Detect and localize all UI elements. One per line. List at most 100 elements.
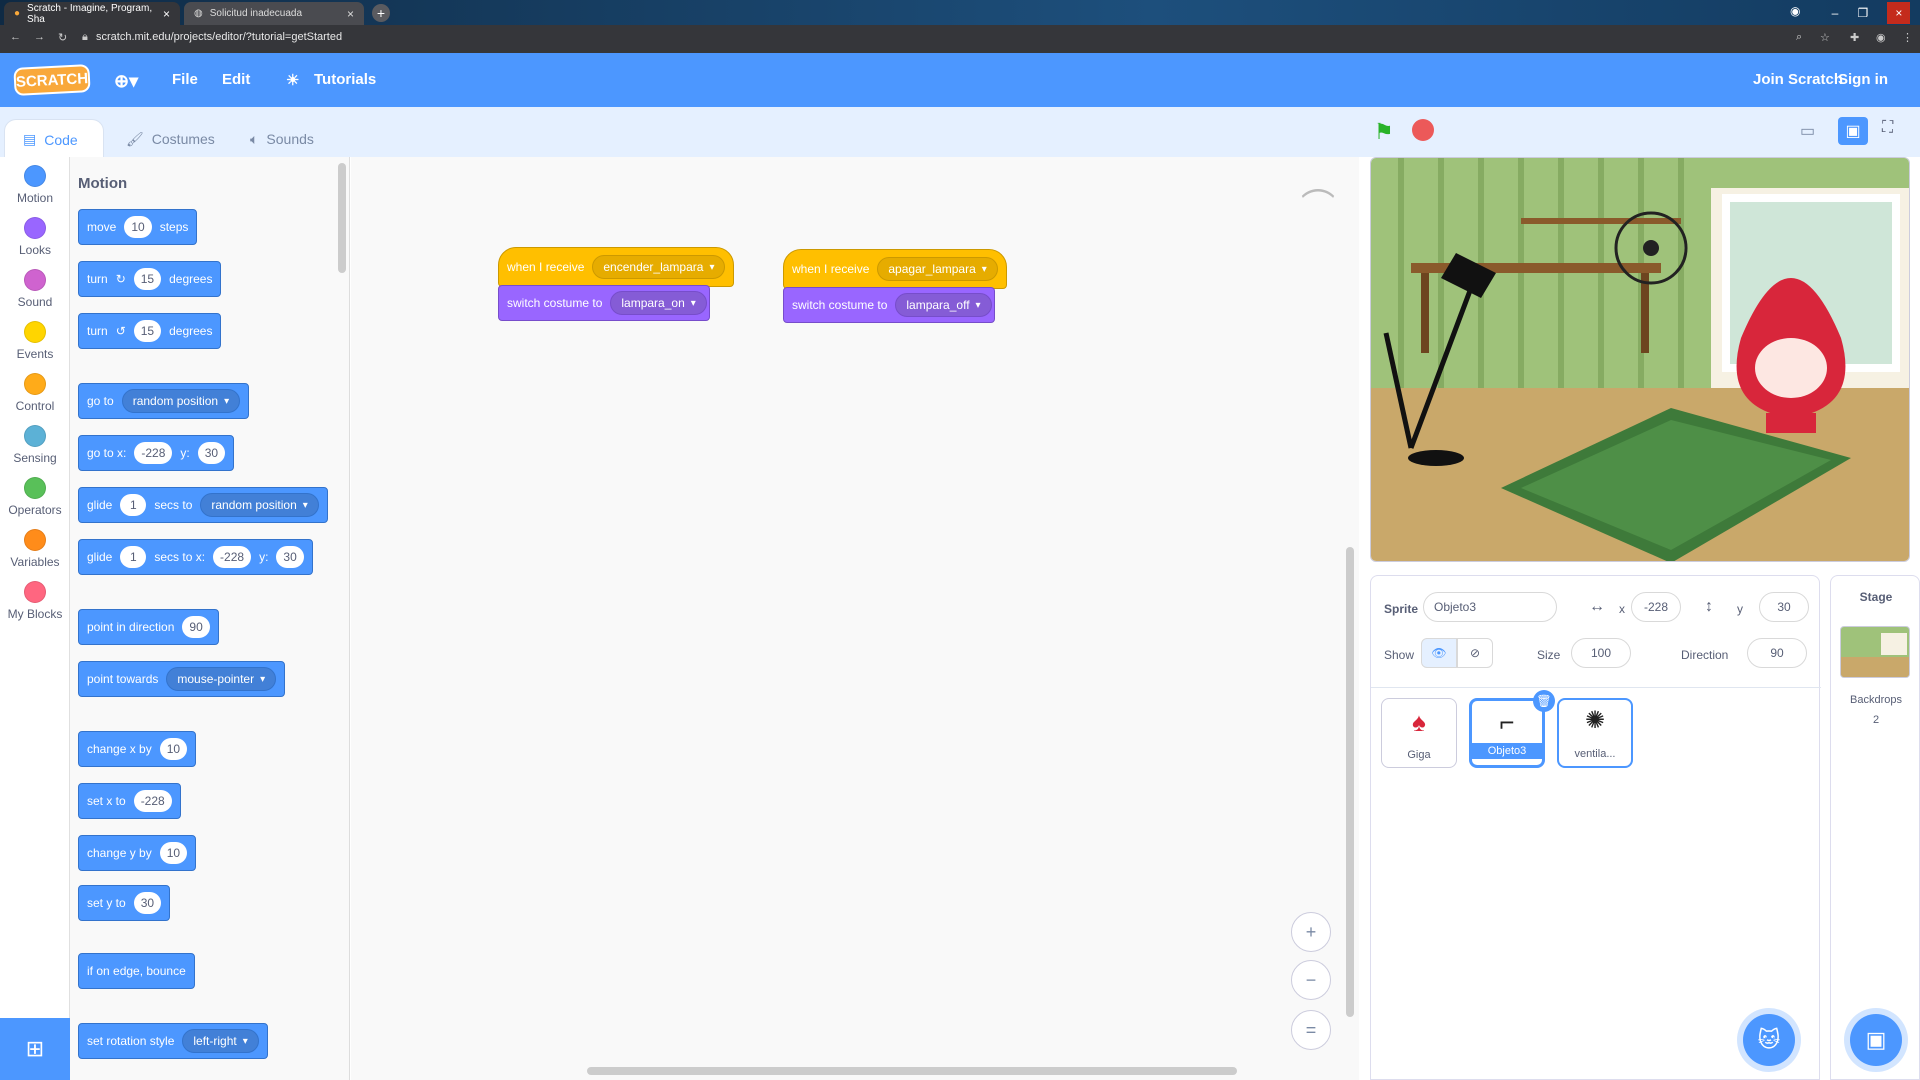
url-field[interactable]: scratch.mit.edu/projects/editor/?tutoria… bbox=[96, 31, 342, 43]
join-scratch-link[interactable]: Join Scratch bbox=[1753, 71, 1843, 88]
when-i-receive-block[interactable]: when I receive apagar_lampara bbox=[783, 249, 1007, 289]
costume-dropdown[interactable]: lampara_on bbox=[610, 291, 707, 315]
stage-canvas[interactable] bbox=[1370, 157, 1910, 562]
file-menu[interactable]: File bbox=[172, 71, 198, 88]
y-input[interactable]: 30 bbox=[197, 442, 226, 464]
close-tab-icon[interactable]: × bbox=[347, 7, 354, 21]
tab-sounds[interactable]: 🔈︎ Sounds bbox=[232, 119, 348, 159]
block-set-rotation-style[interactable]: set rotation style left-right bbox=[78, 1023, 268, 1059]
new-tab-icon[interactable]: + bbox=[372, 4, 390, 22]
add-extension-button[interactable]: ⊞ bbox=[0, 1018, 70, 1080]
sprite-y-input[interactable]: 30 bbox=[1759, 592, 1809, 622]
block-glide-to[interactable]: glide 1 secs to random position bbox=[78, 487, 328, 523]
category-looks[interactable]: Looks bbox=[0, 217, 70, 269]
category-variables[interactable]: Variables bbox=[0, 529, 70, 581]
stage-thumbnail[interactable] bbox=[1840, 626, 1910, 678]
block-go-to-xy[interactable]: go to x: -228 y: 30 bbox=[78, 435, 235, 471]
tutorials-menu[interactable]: Tutorials bbox=[314, 71, 376, 88]
category-my-blocks[interactable]: My Blocks bbox=[0, 581, 70, 633]
show-hidden-button[interactable]: ⊘ bbox=[1457, 638, 1493, 668]
category-sensing[interactable]: Sensing bbox=[0, 425, 70, 477]
back-icon[interactable]: ← bbox=[10, 31, 21, 43]
value-input[interactable]: -228 bbox=[133, 790, 172, 812]
tab-code[interactable]: ▤ Code bbox=[4, 119, 104, 159]
target-dropdown[interactable]: mouse-pointer bbox=[166, 667, 277, 691]
delete-sprite-trash-icon[interactable]: 🗑︎ bbox=[1533, 690, 1555, 712]
block-point-in-direction[interactable]: point in direction 90 bbox=[78, 609, 219, 645]
browser-tab-solicitud[interactable]: ◍ Solicitud inadecuada × bbox=[184, 2, 364, 25]
target-dropdown[interactable]: random position bbox=[121, 389, 241, 413]
account-icon[interactable]: ◉ bbox=[1876, 31, 1886, 44]
large-stage-icon[interactable]: ▣ bbox=[1838, 117, 1868, 145]
block-move-steps[interactable]: move 10 steps bbox=[78, 209, 198, 245]
close-tab-icon[interactable]: × bbox=[163, 7, 170, 21]
category-motion[interactable]: Motion bbox=[0, 165, 70, 217]
reload-icon[interactable]: ↻ bbox=[58, 31, 67, 44]
block-if-on-edge-bounce[interactable]: if on edge, bounce bbox=[78, 953, 195, 989]
stop-icon[interactable] bbox=[1412, 119, 1434, 141]
extensions-icon[interactable]: ✚ bbox=[1850, 31, 1859, 44]
degrees-input[interactable]: 15 bbox=[133, 268, 162, 290]
maximize-icon[interactable]: ❐ bbox=[1857, 6, 1868, 20]
choose-backdrop-button[interactable]: ▣ bbox=[1850, 1014, 1902, 1066]
category-operators[interactable]: Operators bbox=[0, 477, 70, 529]
category-sound[interactable]: Sound bbox=[0, 269, 70, 321]
category-control[interactable]: Control bbox=[0, 373, 70, 425]
steps-input[interactable]: 10 bbox=[124, 216, 152, 238]
value-input[interactable]: 10 bbox=[159, 842, 188, 864]
block-change-y[interactable]: change y by 10 bbox=[78, 835, 197, 871]
degrees-input[interactable]: 15 bbox=[133, 320, 162, 342]
browser-tab-scratch[interactable]: ● Scratch - Imagine, Program, Sha × bbox=[4, 2, 180, 25]
block-turn-right[interactable]: turn ↻ 15 degrees bbox=[78, 261, 222, 297]
script-encender[interactable]: when I receive encender_lampara switch co… bbox=[498, 247, 735, 321]
sprite-name-input[interactable]: Objeto3 bbox=[1423, 592, 1557, 622]
block-go-to[interactable]: go to random position bbox=[78, 383, 250, 419]
sprite-thumb-ventilador[interactable]: ✺ ventila... bbox=[1557, 698, 1633, 768]
block-point-towards[interactable]: point towards mouse-pointer bbox=[78, 661, 286, 697]
sign-in-link[interactable]: Sign in bbox=[1838, 71, 1888, 88]
block-set-y[interactable]: set y to 30 bbox=[78, 885, 171, 921]
block-change-x[interactable]: change x by 10 bbox=[78, 731, 197, 767]
zoom-out-button[interactable]: − bbox=[1291, 960, 1331, 1000]
browser-menu-icon[interactable]: ⋮ bbox=[1902, 31, 1913, 44]
bookmark-star-icon[interactable]: ☆ bbox=[1820, 31, 1830, 44]
workspace-horizontal-scrollbar[interactable] bbox=[587, 1067, 1237, 1075]
minimize-icon[interactable]: – bbox=[1832, 6, 1839, 20]
x-input[interactable]: -228 bbox=[213, 546, 252, 568]
secs-input[interactable]: 1 bbox=[120, 546, 147, 568]
fullscreen-icon[interactable]: ⛶ bbox=[1882, 119, 1893, 137]
workspace-vertical-scrollbar[interactable] bbox=[1346, 547, 1354, 1017]
scratch-logo[interactable]: SCRATCH bbox=[13, 64, 91, 96]
block-glide-to-xy[interactable]: glide 1 secs to x: -228 y: 30 bbox=[78, 539, 313, 575]
value-input[interactable]: 30 bbox=[133, 892, 162, 914]
switch-costume-block[interactable]: switch costume to lampara_on bbox=[498, 285, 710, 321]
sprite-thumb-giga[interactable]: ♠ Giga bbox=[1381, 698, 1457, 768]
stage-target-pane[interactable]: Stage Backdrops 2 ▣ bbox=[1830, 575, 1920, 1080]
green-flag-icon[interactable]: ⚑ bbox=[1374, 119, 1394, 145]
secs-input[interactable]: 1 bbox=[120, 494, 147, 516]
zoom-in-button[interactable]: + bbox=[1291, 912, 1331, 952]
rotation-dropdown[interactable]: left-right bbox=[182, 1029, 259, 1053]
tab-costumes[interactable]: 🖌︎ Costumes bbox=[108, 119, 228, 159]
close-window-icon[interactable]: × bbox=[1887, 1, 1911, 24]
value-input[interactable]: 10 bbox=[159, 738, 188, 760]
switch-costume-block[interactable]: switch costume to lampara_off bbox=[783, 287, 995, 323]
language-globe-icon[interactable]: ⊕▾ bbox=[114, 71, 138, 92]
script-apagar[interactable]: when I receive apagar_lampara switch cost… bbox=[783, 249, 1007, 323]
zoom-reset-button[interactable]: = bbox=[1291, 1010, 1331, 1050]
choose-sprite-button[interactable]: 🐱︎ bbox=[1743, 1014, 1795, 1066]
profile-icon[interactable]: ◉ bbox=[1790, 4, 1800, 18]
direction-input[interactable]: 90 bbox=[182, 616, 210, 638]
show-visible-button[interactable]: 👁︎ bbox=[1421, 638, 1457, 668]
sprite-x-input[interactable]: -228 bbox=[1631, 592, 1681, 622]
small-stage-icon[interactable]: ▭ bbox=[1800, 121, 1815, 141]
category-events[interactable]: Events bbox=[0, 321, 70, 373]
palette-scrollbar[interactable] bbox=[338, 163, 346, 273]
forward-icon[interactable]: → bbox=[34, 31, 45, 43]
when-i-receive-block[interactable]: when I receive encender_lampara bbox=[498, 247, 735, 287]
x-input[interactable]: -228 bbox=[134, 442, 173, 464]
message-dropdown[interactable]: encender_lampara bbox=[592, 255, 726, 279]
costume-dropdown[interactable]: lampara_off bbox=[895, 293, 992, 317]
edit-menu[interactable]: Edit bbox=[222, 71, 250, 88]
zoom-lens-icon[interactable]: ⌕ bbox=[1796, 31, 1802, 44]
